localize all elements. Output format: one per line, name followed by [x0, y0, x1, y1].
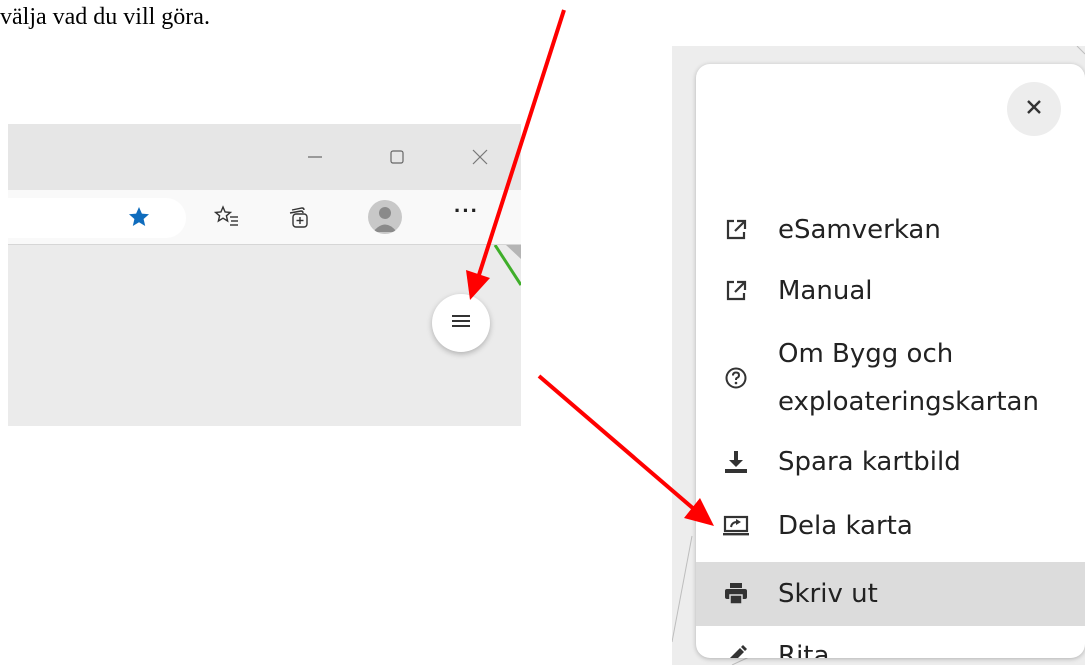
document-text: välja vad du vill göra.	[0, 4, 210, 30]
star-icon[interactable]	[124, 202, 154, 232]
menu-screenshot: eSamverkan Manual Om Bygg och exploateri…	[672, 46, 1085, 665]
menu-item-label: Spara kartbild	[778, 447, 961, 477]
close-icon	[1024, 97, 1044, 122]
external-link-icon	[718, 212, 754, 248]
menu-item-label: eSamverkan	[778, 215, 941, 245]
hamburger-icon	[450, 312, 472, 335]
external-link-icon	[718, 273, 754, 309]
map-menu-button[interactable]	[432, 294, 490, 352]
main-menu: eSamverkan Manual Om Bygg och exploateri…	[696, 64, 1085, 658]
menu-close-button[interactable]	[1007, 82, 1061, 136]
avatar-icon[interactable]	[368, 200, 402, 234]
menu-item-skriv-ut[interactable]: Skriv ut	[696, 562, 1085, 626]
menu-item-label-line2: exploateringskartan	[778, 387, 1039, 417]
menu-item-label-line1: Om Bygg och	[778, 339, 954, 369]
more-menu-button[interactable]: ···	[454, 198, 479, 224]
menu-item-esamverkan[interactable]: eSamverkan	[696, 204, 1085, 256]
collections-icon[interactable]	[284, 202, 314, 232]
address-bar[interactable]	[8, 198, 186, 238]
share-screen-icon	[718, 508, 754, 544]
pencil-icon	[718, 638, 754, 658]
menu-item-spara-kartbild[interactable]: Spara kartbild	[696, 434, 1085, 490]
menu-item-dela-karta[interactable]: Dela karta	[696, 500, 1085, 552]
close-icon[interactable]	[465, 142, 495, 172]
browser-toolbar: ···	[8, 190, 521, 245]
menu-item-om-bygg[interactable]: Om Bygg och exploateringskartan	[696, 326, 1085, 430]
title-bar	[8, 124, 521, 190]
help-circle-icon	[718, 360, 754, 396]
menu-item-rita[interactable]: Rita	[696, 630, 1085, 658]
menu-item-label: Manual	[778, 276, 873, 306]
printer-icon	[718, 576, 754, 612]
menu-item-label: Rita	[778, 641, 830, 658]
browser-screenshot: ···	[8, 124, 521, 426]
maximize-icon[interactable]	[382, 142, 412, 172]
minimize-icon[interactable]	[300, 142, 330, 172]
menu-item-label: Dela karta	[778, 511, 913, 541]
favorites-list-icon[interactable]	[212, 202, 242, 232]
menu-item-label: Skriv ut	[778, 579, 878, 609]
download-icon	[718, 444, 754, 480]
menu-item-manual[interactable]: Manual	[696, 265, 1085, 317]
